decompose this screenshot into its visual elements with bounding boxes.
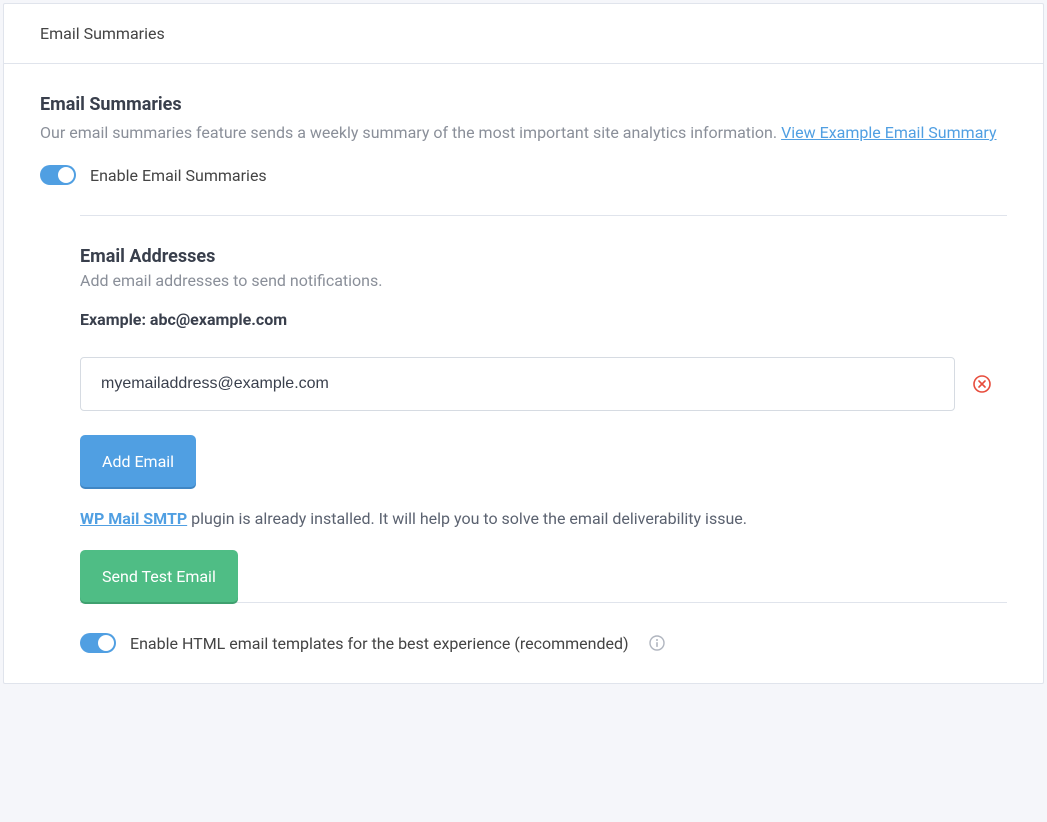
info-icon[interactable]: [649, 635, 665, 651]
remove-circle-icon: [973, 375, 991, 393]
email-addresses-label: Email Addresses: [80, 246, 1007, 267]
smtp-after-text: plugin is already installed. It will hel…: [187, 509, 747, 528]
panel-body: Email Summaries Our email summaries feat…: [4, 64, 1043, 683]
toggle-knob: [58, 167, 74, 183]
enable-html-row: Enable HTML email templates for the best…: [80, 633, 1007, 653]
view-example-link[interactable]: View Example Email Summary: [781, 123, 996, 142]
email-summaries-panel: Email Summaries Email Summaries Our emai…: [3, 3, 1044, 684]
email-example-label: Example: abc@example.com: [80, 310, 1007, 329]
enable-html-label: Enable HTML email templates for the best…: [130, 634, 629, 653]
send-test-email-button[interactable]: Send Test Email: [80, 550, 238, 602]
section-title: Email Summaries: [40, 94, 1007, 115]
email-addresses-description: Add email addresses to send notification…: [80, 271, 1007, 290]
section-description: Our email summaries feature sends a week…: [40, 121, 1007, 145]
email-input[interactable]: [80, 357, 955, 411]
divider-top: [80, 215, 1007, 216]
email-config-section: Email Addresses Add email addresses to s…: [80, 215, 1007, 653]
divider-bottom: [80, 602, 1007, 603]
wp-mail-smtp-link[interactable]: WP Mail SMTP: [80, 509, 187, 528]
enable-summaries-toggle[interactable]: [40, 165, 76, 185]
enable-summaries-label: Enable Email Summaries: [90, 166, 267, 185]
panel-header: Email Summaries: [4, 4, 1043, 64]
description-text: Our email summaries feature sends a week…: [40, 123, 781, 142]
enable-html-toggle[interactable]: [80, 633, 116, 653]
smtp-note: WP Mail SMTP plugin is already installed…: [80, 509, 1007, 528]
add-email-wrap: Add Email: [80, 435, 1007, 487]
remove-email-button[interactable]: [973, 375, 991, 393]
toggle-knob: [98, 635, 114, 651]
add-email-button[interactable]: Add Email: [80, 435, 196, 487]
email-input-row: [80, 357, 1007, 411]
enable-summaries-row: Enable Email Summaries: [40, 165, 1007, 185]
panel-header-title: Email Summaries: [40, 24, 165, 43]
